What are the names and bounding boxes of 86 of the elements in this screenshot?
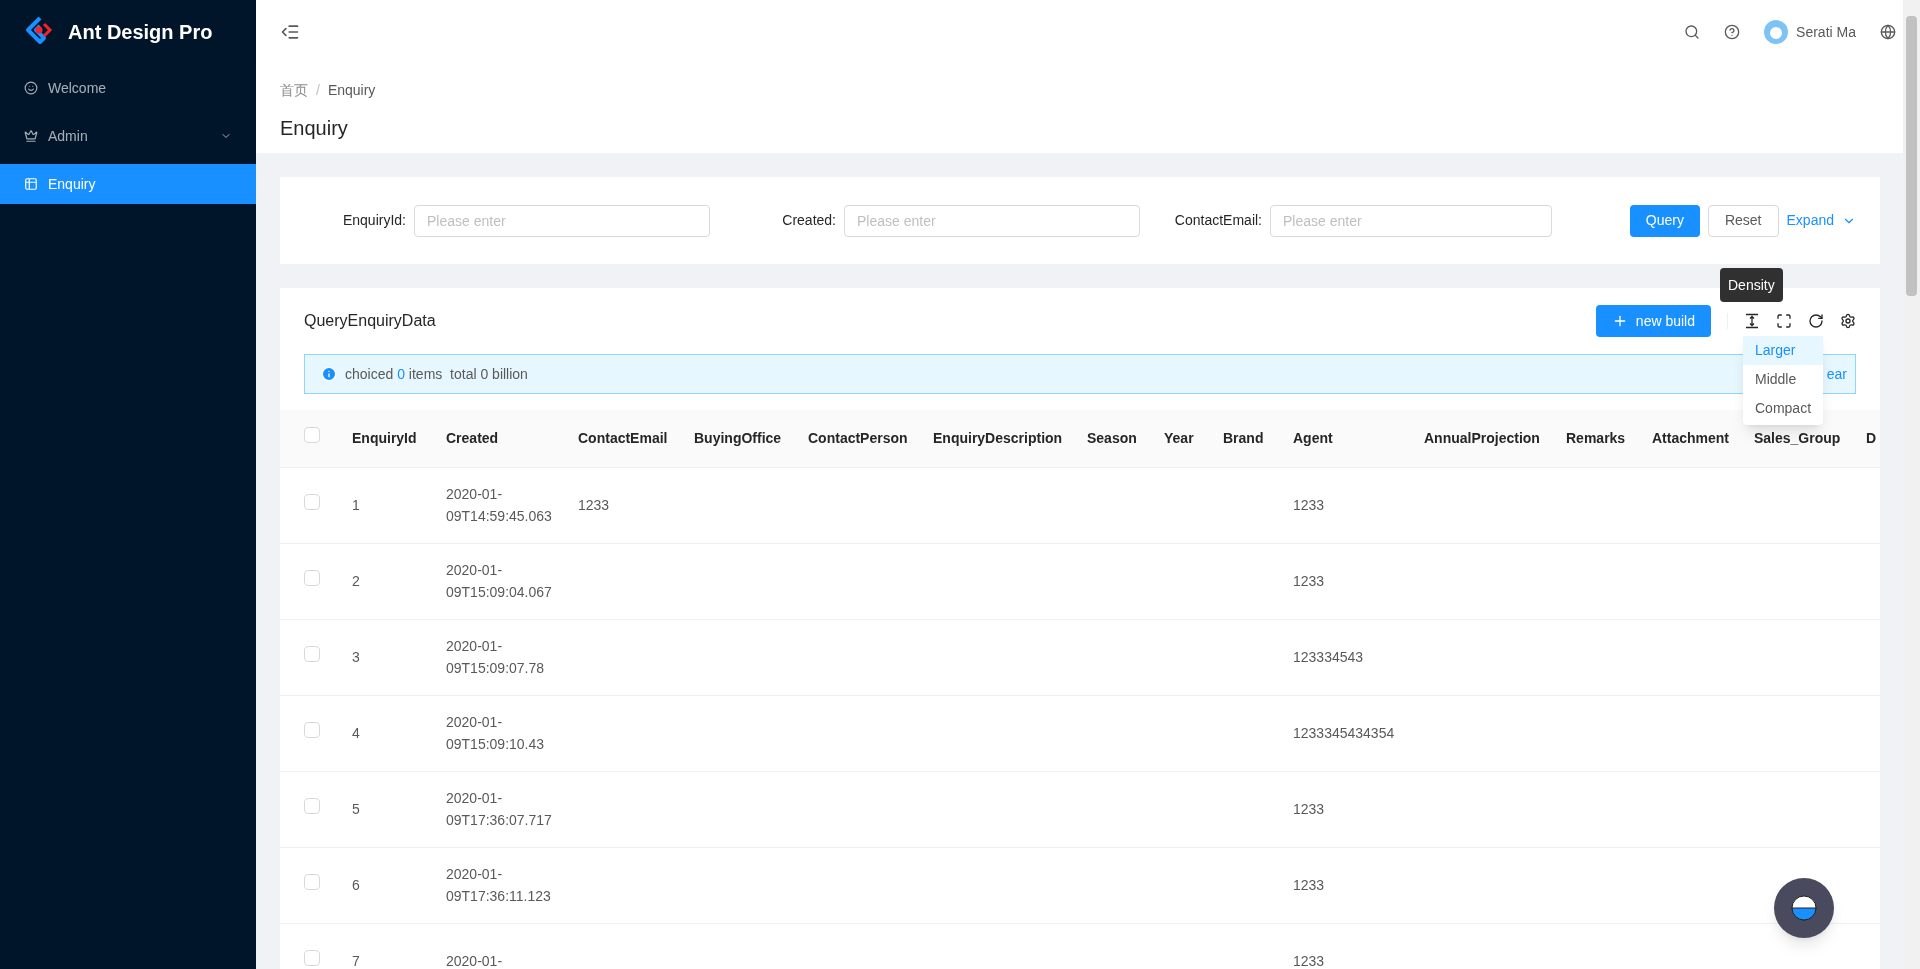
column-header: EnquiryDescription xyxy=(933,429,1063,446)
table-cell: 2020-01-09T17:36:07.717 xyxy=(446,790,552,828)
checkbox[interactable] xyxy=(304,950,320,966)
menu-item[interactable]: Larger xyxy=(1743,336,1823,365)
menu-item-icon xyxy=(24,81,38,95)
user-menu[interactable]: Serati Ma xyxy=(1764,20,1856,44)
table-cell: 7 xyxy=(352,953,360,969)
column-header: Attachment xyxy=(1652,429,1729,446)
app-title: Ant Design Pro xyxy=(68,20,213,45)
table-cell: 1233 xyxy=(1293,801,1325,817)
sidebar-item[interactable]: Enquiry xyxy=(0,164,256,204)
input-field[interactable]: Please enter xyxy=(414,204,710,237)
table-cell: 1233 xyxy=(1293,573,1325,589)
table-cell: 3 xyxy=(352,649,360,665)
table-cell: 1233 xyxy=(1293,497,1325,513)
menu-toggle-icon[interactable] xyxy=(280,22,300,42)
table-cell: 6 xyxy=(352,877,360,893)
input-field[interactable]: Please enter xyxy=(1270,204,1552,237)
table-cell: 1233 xyxy=(578,497,610,513)
column-header: EnquiryId xyxy=(352,429,417,446)
info-icon xyxy=(321,366,337,382)
checkbox[interactable] xyxy=(304,494,320,510)
menu-item[interactable]: Compact xyxy=(1743,394,1823,423)
table-cell: 2020-01-09T15:09:07.78 xyxy=(446,638,545,676)
field-label: Created: xyxy=(781,211,837,230)
column-header: Year xyxy=(1164,429,1194,446)
column-header: ContactPerson xyxy=(808,429,908,446)
table-cell: 2020-01- xyxy=(446,953,503,969)
column-header: Season xyxy=(1087,429,1137,446)
bowl-icon xyxy=(1791,895,1817,921)
card-title: QueryEnquiryData xyxy=(304,311,437,331)
table-cell: 2020-01-09T15:09:10.43 xyxy=(446,714,545,752)
density-icon[interactable] xyxy=(1744,313,1760,329)
reset-button[interactable]: Reset xyxy=(1707,204,1779,237)
sidebar-item[interactable]: Welcome xyxy=(0,68,256,108)
table-cell: 123334543 xyxy=(1293,649,1364,665)
column-header: Remarks xyxy=(1566,429,1626,446)
breadcrumb-item[interactable]: 首页 xyxy=(280,80,308,101)
menu-item-icon xyxy=(24,129,38,143)
table-cell: 2 xyxy=(352,573,360,589)
expand-link[interactable]: Expand xyxy=(1786,204,1856,237)
column-header: Brand xyxy=(1223,429,1264,446)
field-label: EnquiryId: xyxy=(341,211,407,230)
settings-icon[interactable] xyxy=(1840,313,1856,329)
input-field[interactable]: Please enter xyxy=(844,204,1140,237)
search-icon[interactable] xyxy=(1684,24,1701,40)
menu-item-icon xyxy=(24,177,38,191)
checkbox[interactable] xyxy=(304,874,320,890)
language-icon[interactable] xyxy=(1880,24,1896,40)
table-cell: 1233 xyxy=(1293,953,1325,969)
density-tooltip: Density xyxy=(1720,268,1783,302)
checkbox[interactable] xyxy=(304,722,320,738)
checkbox[interactable] xyxy=(304,798,320,814)
table-cell: 1233 xyxy=(1293,877,1325,893)
new-build-button[interactable]: new build xyxy=(1595,305,1711,337)
reload-icon[interactable] xyxy=(1808,313,1824,329)
table-cell: 2020-01-09T15:09:04.067 xyxy=(446,562,552,600)
column-header: Sales_Group xyxy=(1754,429,1841,446)
table-cell: 2020-01-09T17:36:11.123 xyxy=(446,866,551,904)
breadcrumb-separator: / xyxy=(316,81,320,100)
column-header: D xyxy=(1866,429,1877,446)
breadcrumb-item: Enquiry xyxy=(327,81,376,100)
column-header: BuyingOffice xyxy=(694,429,782,446)
checkbox[interactable] xyxy=(304,646,320,662)
fullscreen-icon[interactable] xyxy=(1776,313,1792,329)
help-icon[interactable] xyxy=(1724,24,1741,40)
field-label: ContactEmail: xyxy=(1173,211,1263,230)
checkbox[interactable] xyxy=(304,570,320,586)
page-title: Enquiry xyxy=(280,116,349,141)
table-cell: 4 xyxy=(352,725,360,741)
avatar-icon xyxy=(1764,20,1789,44)
clear-link[interactable]: ear xyxy=(1826,363,1847,385)
selection-summary: choiced 0 items total 0 billion xyxy=(345,364,528,384)
table-cell: 1233345434354 xyxy=(1293,725,1395,741)
menu-item[interactable]: Middle xyxy=(1743,365,1823,394)
column-header: Agent xyxy=(1293,429,1333,446)
column-header: ContactEmail xyxy=(578,429,668,446)
column-header: AnnualProjection xyxy=(1424,429,1540,446)
checkbox[interactable] xyxy=(304,427,320,444)
query-button[interactable]: Query xyxy=(1629,204,1700,237)
sidebar-item[interactable]: Admin xyxy=(0,116,256,156)
column-header: Created xyxy=(446,429,499,446)
scrollbar[interactable] xyxy=(1903,0,1920,969)
table-cell: 2020-01-09T14:59:45.063 xyxy=(446,486,552,524)
table-cell: 5 xyxy=(352,801,360,817)
table-cell: 1 xyxy=(352,497,360,513)
